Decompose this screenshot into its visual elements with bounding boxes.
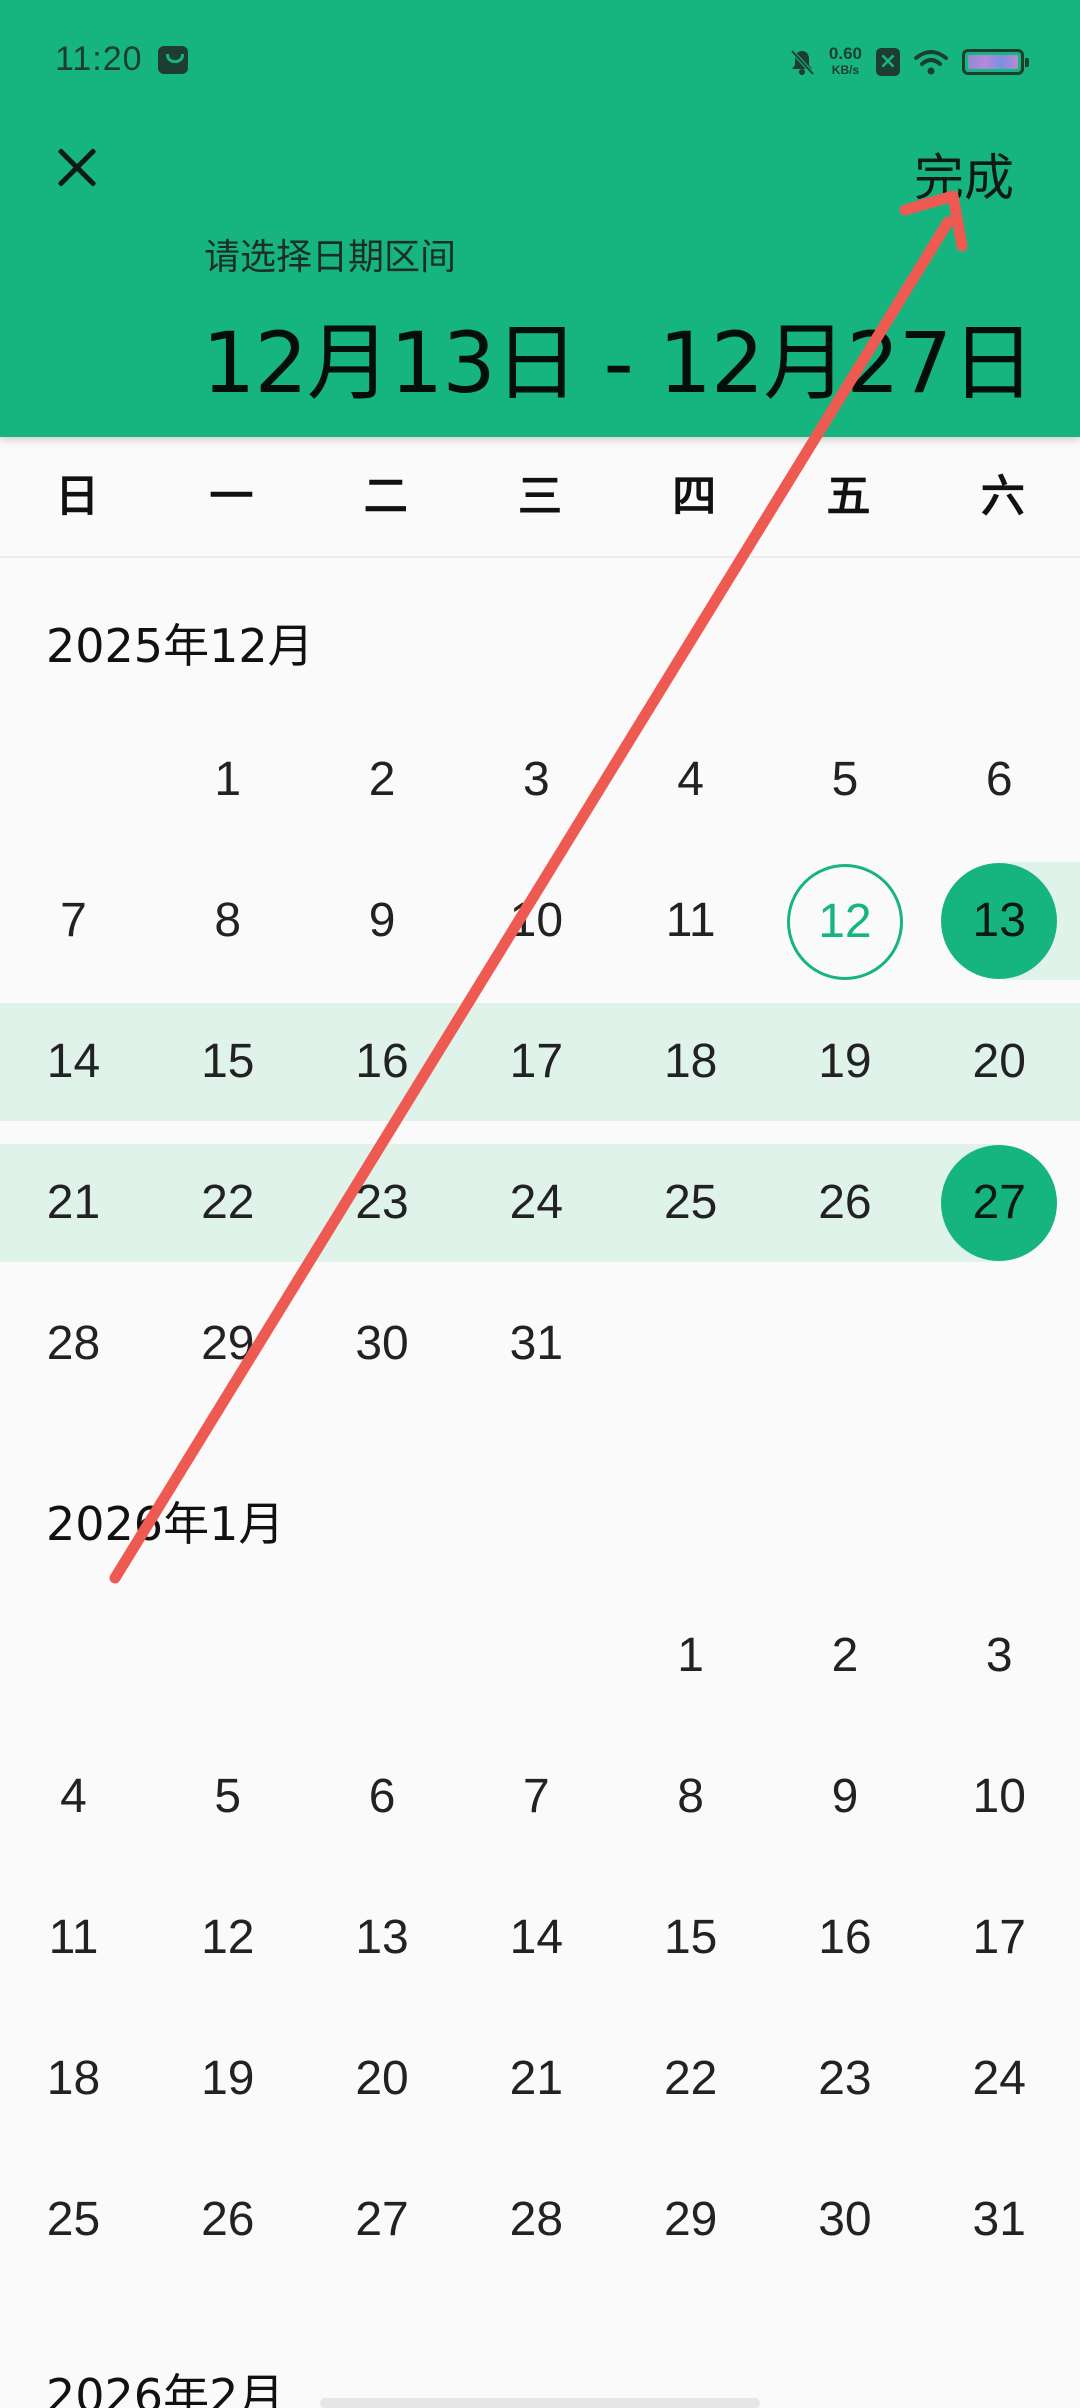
- calendar-day[interactable]: 11: [617, 851, 764, 991]
- calendar-day[interactable]: 31: [463, 1274, 610, 1414]
- month-title: 2026年1月: [46, 1497, 285, 1551]
- calendar-day[interactable]: 17: [926, 1868, 1073, 2008]
- calendar-day[interactable]: 6: [926, 710, 1073, 850]
- calendar-day[interactable]: 23: [309, 1133, 456, 1273]
- calendar-day[interactable]: 7: [463, 1727, 610, 1867]
- calendar-day[interactable]: 26: [154, 2150, 301, 2290]
- weekday-label: 一: [209, 471, 254, 522]
- calendar-day[interactable]: 22: [617, 2009, 764, 2149]
- calendar-day[interactable]: 30: [771, 2150, 918, 2290]
- network-speed-value: 0.60: [828, 44, 862, 63]
- month-title: 2026年2月: [46, 2369, 285, 2408]
- calendar-day[interactable]: 14: [463, 1868, 610, 2008]
- bell-muted-icon: [790, 49, 815, 76]
- calendar-day[interactable]: 13: [309, 1868, 456, 2008]
- message-icon: [158, 46, 188, 74]
- weekday-label: 三: [517, 471, 562, 522]
- calendar-day[interactable]: 19: [771, 992, 918, 1132]
- calendar-day[interactable]: 20: [309, 2009, 456, 2149]
- calendar-day[interactable]: 25: [617, 1133, 764, 1273]
- calendar-day[interactable]: 6: [309, 1727, 456, 1867]
- calendar-day[interactable]: 12: [154, 1868, 301, 2008]
- calendar-day[interactable]: 8: [617, 1727, 764, 1867]
- calendar-scroll-area[interactable]: 2025年12月 2026年1月 2026年2月 1 2 3 4 5 6 7 8 9 10 11 12…: [0, 558, 1080, 2408]
- calendar-day[interactable]: 27: [926, 1133, 1073, 1273]
- calendar-day[interactable]: 3: [926, 1586, 1073, 1726]
- calendar-day[interactable]: 10: [926, 1727, 1073, 1867]
- calendar-day[interactable]: 7: [0, 851, 147, 991]
- calendar-day[interactable]: 10: [463, 851, 610, 991]
- calendar-day[interactable]: 29: [617, 2150, 764, 2290]
- weekday-label: 二: [363, 471, 408, 522]
- month-title: 2025年12月: [46, 619, 314, 673]
- calendar-day[interactable]: 14: [0, 992, 147, 1132]
- calendar-day[interactable]: 27: [309, 2150, 456, 2290]
- calendar-day[interactable]: 9: [771, 1727, 918, 1867]
- wifi-icon: [914, 50, 948, 75]
- calendar-day[interactable]: 1: [617, 1586, 764, 1726]
- close-button[interactable]: [50, 140, 106, 196]
- status-time: 11:20: [55, 40, 143, 78]
- calendar-day[interactable]: 21: [463, 2009, 610, 2149]
- network-speed: 0.60 KB/s: [829, 45, 862, 79]
- calendar-day[interactable]: 18: [617, 992, 764, 1132]
- calendar-day[interactable]: 13: [926, 851, 1073, 991]
- calendar-day[interactable]: 17: [463, 992, 610, 1132]
- calendar-day[interactable]: 4: [0, 1727, 147, 1867]
- calendar-day[interactable]: 8: [154, 851, 301, 991]
- calendar-day[interactable]: 3: [463, 710, 610, 850]
- weekday-header: 日 一 二 三 四 五 六: [0, 437, 1080, 558]
- calendar-day[interactable]: 12: [771, 851, 918, 991]
- calendar-day[interactable]: 30: [309, 1274, 456, 1414]
- calendar-day[interactable]: 29: [154, 1274, 301, 1414]
- calendar-day[interactable]: 1: [154, 710, 301, 850]
- calendar-day[interactable]: 18: [0, 2009, 147, 2149]
- calendar-day[interactable]: 5: [154, 1727, 301, 1867]
- calendar-day[interactable]: 4: [617, 710, 764, 850]
- calendar-day[interactable]: 26: [771, 1133, 918, 1273]
- calendar-day[interactable]: 21: [0, 1133, 147, 1273]
- calendar-day[interactable]: 2: [771, 1586, 918, 1726]
- calendar-day[interactable]: 28: [463, 2150, 610, 2290]
- calendar-day[interactable]: 16: [309, 992, 456, 1132]
- calendar-day[interactable]: 20: [926, 992, 1073, 1132]
- weekday-label: 六: [980, 471, 1025, 522]
- calendar-day[interactable]: 24: [463, 1133, 610, 1273]
- battery-icon: [962, 49, 1029, 75]
- calendar-day[interactable]: 15: [617, 1868, 764, 2008]
- calendar-day[interactable]: 11: [0, 1868, 147, 2008]
- status-bar: 11:20 0.60 KB/s ×: [0, 0, 1080, 120]
- calendar-day[interactable]: 31: [926, 2150, 1073, 2290]
- calendar-day[interactable]: 2: [309, 710, 456, 850]
- calendar-day[interactable]: 22: [154, 1133, 301, 1273]
- calendar-day[interactable]: 15: [154, 992, 301, 1132]
- calendar-day[interactable]: 9: [309, 851, 456, 991]
- calendar-day[interactable]: 24: [926, 2009, 1073, 2149]
- weekday-label: 五: [826, 471, 871, 522]
- scroll-indicator: [320, 2398, 760, 2408]
- weekday-label: 日: [55, 471, 100, 522]
- calendar-day[interactable]: 16: [771, 1868, 918, 2008]
- calendar-day[interactable]: 23: [771, 2009, 918, 2149]
- network-speed-unit: KB/s: [831, 63, 860, 77]
- selected-range-title: 12月13日 - 12月27日: [202, 314, 1035, 412]
- status-icons: 0.60 KB/s ×: [789, 42, 1029, 82]
- sim-x-icon: ×: [876, 48, 900, 76]
- header-bar: 11:20 0.60 KB/s × 完成 请选择日期区间 12月13日 - 12…: [0, 0, 1080, 437]
- range-subtitle: 请选择日期区间: [204, 237, 457, 278]
- calendar-day[interactable]: 5: [771, 710, 918, 850]
- calendar-day[interactable]: 25: [0, 2150, 147, 2290]
- weekday-label: 四: [672, 471, 717, 522]
- calendar-day[interactable]: 19: [154, 2009, 301, 2149]
- calendar-day[interactable]: 28: [0, 1274, 147, 1414]
- done-button[interactable]: 完成: [914, 138, 1014, 210]
